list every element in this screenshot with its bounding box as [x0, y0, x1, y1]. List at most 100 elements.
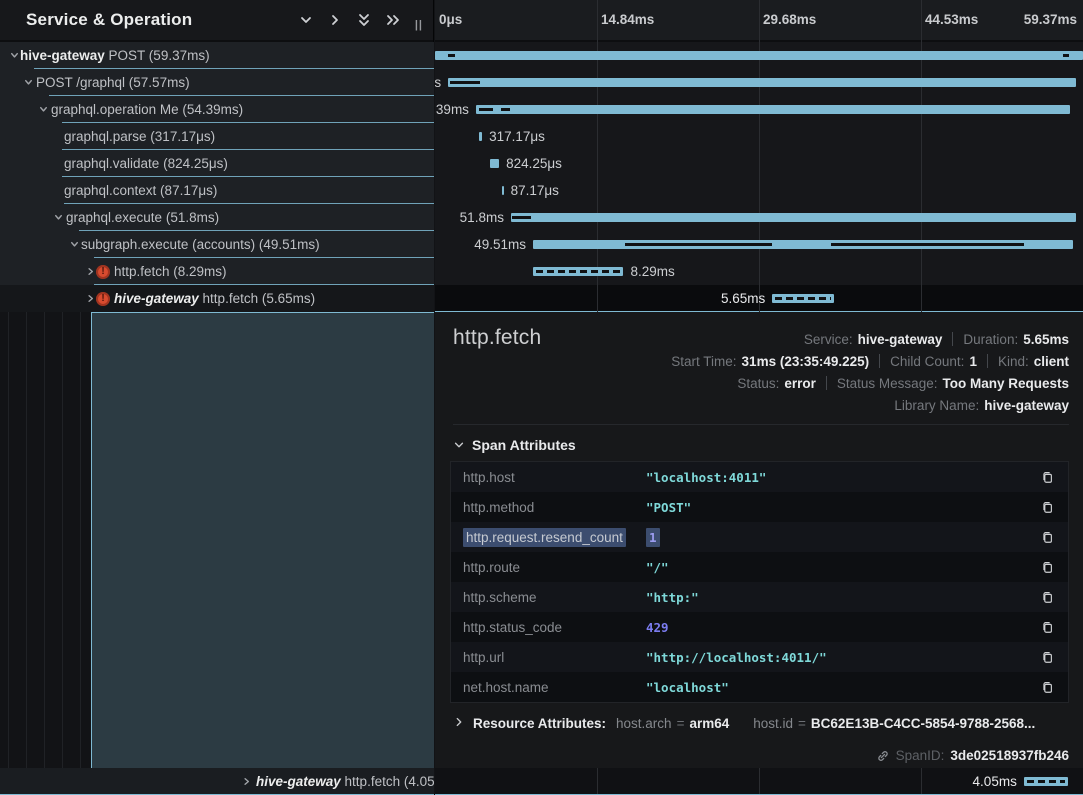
copy-icon[interactable] [1040, 470, 1054, 484]
span-label: graphql.validate (824.25μs) [64, 150, 228, 177]
chevron-down-icon[interactable] [297, 11, 315, 29]
attribute-key: net.host.name [451, 680, 646, 695]
attribute-key: http.host [451, 470, 646, 485]
resource-key: host.arch [616, 716, 672, 731]
attribute-value: 429 [646, 620, 669, 635]
meta-value: hive-gateway [858, 332, 943, 347]
double-chevron-right-icon[interactable] [384, 11, 402, 29]
span-tree-bottom-row[interactable]: hive-gateway http.fetch (4.05ms) [0, 768, 434, 795]
trace-viewer: Service & Operation || hive-gateway POST… [0, 0, 1083, 795]
double-chevron-down-icon[interactable] [355, 11, 373, 29]
tree-caret-down-icon[interactable] [8, 49, 20, 61]
meta-line: Start Time:31ms (23:35:49.225)Child Coun… [671, 350, 1069, 372]
meta-line: Service: hive-gateway Duration: 5.65ms [671, 328, 1069, 350]
copy-icon[interactable] [1040, 620, 1054, 634]
span-label: graphql.parse (317.17μs) [64, 123, 215, 150]
meta-separator [952, 332, 953, 346]
copy-icon[interactable] [1040, 650, 1054, 664]
span-duration-label: 87.17μs [511, 177, 559, 204]
attribute-value: "/" [646, 560, 669, 575]
tree-caret-right-icon[interactable] [84, 265, 96, 277]
attribute-row: http.method"POST" [451, 492, 1068, 522]
span-label: graphql.operation Me (54.39ms) [51, 96, 243, 123]
tree-row[interactable]: POST /graphql (57.57ms) [0, 69, 434, 96]
span-id-row: SpanID: 3de02518937fb246 [876, 748, 1069, 763]
tree-caret-down-icon[interactable] [37, 103, 49, 115]
tree-caret-down-icon[interactable] [52, 211, 64, 223]
tree-row[interactable]: subgraph.execute (accounts) (49.51ms) [0, 231, 434, 258]
span-bar[interactable] [479, 132, 482, 141]
attribute-row: net.host.name"localhost" [451, 672, 1068, 702]
attribute-value: "localhost:4011" [646, 470, 766, 485]
tree-row[interactable]: hive-gateway POST (59.37ms) [0, 42, 434, 69]
attribute-value: "http:" [646, 590, 699, 605]
tree-caret-right-icon[interactable] [240, 775, 252, 787]
tree-row[interactable]: graphql.validate (824.25μs) [0, 150, 434, 177]
copy-icon[interactable] [1040, 590, 1054, 604]
waterfall-gridline [921, 768, 922, 795]
span-bar[interactable] [772, 294, 834, 303]
resource-attributes-title: Resource Attributes: [473, 716, 606, 731]
span-bar[interactable] [435, 51, 1083, 60]
tree-row[interactable]: graphql.context (87.17μs) [0, 177, 434, 204]
waterfall-rows: 59.37ms57.57ms54.39ms317.17μs824.25μs87.… [435, 42, 1083, 312]
meta-value: 5.65ms [1023, 332, 1069, 347]
detail-divider [453, 424, 1069, 425]
copy-icon[interactable] [1040, 530, 1054, 544]
chevron-right-icon[interactable] [326, 11, 344, 29]
meta-line: Library Name:hive-gateway [671, 394, 1069, 416]
span-id-value: 3de02518937fb246 [950, 748, 1069, 763]
span-detail-panel: http.fetch Service:hive-gatewayDuration:… [435, 312, 1083, 768]
indent-guide [80, 312, 81, 768]
service-name: hive-gateway [256, 774, 341, 789]
span-bar[interactable] [533, 240, 1073, 249]
tree-row[interactable]: graphql.parse (317.17μs) [0, 123, 434, 150]
tree-caret-down-icon[interactable] [68, 238, 80, 250]
span-bar[interactable] [502, 186, 504, 195]
tree-lower-area [0, 312, 434, 768]
resource-key: host.id [753, 716, 793, 731]
span-bar[interactable] [533, 267, 623, 276]
meta-label: Duration: [963, 332, 1018, 347]
tree-header-title: Service & Operation [26, 10, 192, 30]
tree-row[interactable]: !http.fetch (8.29ms) [0, 258, 434, 285]
span-bar[interactable] [490, 159, 499, 168]
tree-header: Service & Operation || [0, 0, 433, 42]
attribute-value: "localhost" [646, 680, 729, 695]
tree-caret-right-icon[interactable] [84, 292, 96, 304]
resource-value: arm64 [689, 716, 729, 731]
meta-label: Status Message: [837, 376, 938, 391]
resource-value: BC62E13B-C4CC-5854-9788-2568... [811, 716, 1035, 731]
tree-caret-down-icon[interactable] [22, 76, 34, 88]
span-bar[interactable] [511, 213, 1076, 222]
copy-icon[interactable] [1040, 500, 1054, 514]
attribute-row: http.request.resend_count1 [451, 522, 1068, 552]
tree-row[interactable]: graphql.operation Me (54.39ms) [0, 96, 434, 123]
meta-label: Service: [804, 332, 853, 347]
meta-value: client [1034, 354, 1069, 369]
link-icon[interactable] [876, 749, 890, 763]
span-label: POST /graphql (57.57ms) [36, 69, 190, 96]
ruler-gridline [921, 0, 922, 42]
span-bar[interactable] [476, 105, 1070, 114]
meta-line: Status:errorStatus Message:Too Many Requ… [671, 372, 1069, 394]
tree-row[interactable]: !hive-gateway http.fetch (5.65ms) [0, 285, 434, 312]
attribute-value: 1 [646, 530, 660, 545]
attribute-key: http.status_code [451, 620, 646, 635]
tree-row[interactable]: graphql.execute (51.8ms) [0, 204, 434, 231]
span-attributes-header[interactable]: Span Attributes [453, 437, 576, 453]
span-bar[interactable] [448, 78, 1076, 87]
error-icon: ! [96, 265, 110, 279]
span-id-label: SpanID: [896, 748, 945, 763]
span-duration-label: 54.39ms [435, 96, 469, 123]
ruler-gridline [759, 0, 760, 42]
waterfall-bottom-row[interactable]: 4.05ms [435, 768, 1083, 795]
meta-label: Library Name: [894, 398, 979, 413]
copy-icon[interactable] [1040, 680, 1054, 694]
panel-resize-handle[interactable]: || [415, 19, 423, 31]
copy-icon[interactable] [1040, 560, 1054, 574]
waterfall-row[interactable]: 5.65ms [435, 285, 1083, 312]
resource-attributes-row[interactable]: Resource Attributes: host.arch=arm64host… [453, 716, 1069, 731]
span-label: hive-gateway POST (59.37ms) [20, 42, 210, 69]
span-bar[interactable] [1024, 777, 1068, 786]
